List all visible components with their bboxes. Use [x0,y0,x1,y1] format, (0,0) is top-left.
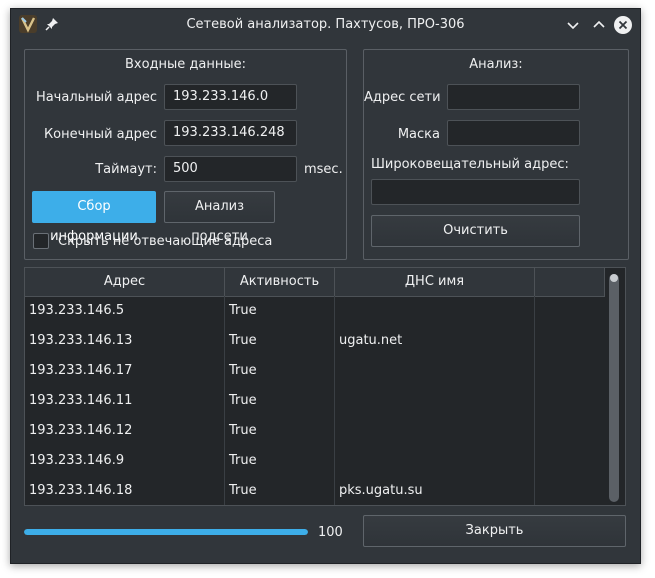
end-address-label: Конечный адрес [43,127,157,142]
broadcast-address-label: Широковещательный адрес: [371,157,569,172]
cell-dns [335,386,535,416]
cell-activity: True [229,303,257,318]
start-address-input[interactable]: 193.233.146.0 [164,84,297,110]
cell-dns [335,416,535,446]
collect-info-button[interactable]: Сбор информации [32,191,156,244]
network-address-label: Адрес сети [364,90,441,105]
close-icon[interactable] [613,15,633,35]
input-data-group: Входные данные: Начальный адрес 193.233.… [24,49,347,260]
cell-dns [335,446,535,476]
cell-activity: True [229,423,257,438]
network-address-field[interactable] [447,84,580,110]
main-window: Сетевой анализатор. Пахтусов, ПРО-306 Вх… [10,8,641,564]
cell-dns: ugatu.net [339,333,403,348]
table-row[interactable]: 193.233.146.18 True pks.ugatu.su [25,476,605,505]
progress-value: 100 [318,525,343,540]
progress-bar [24,529,308,535]
cell-dns [335,296,535,326]
table-row[interactable]: 193.233.146.9 True [25,446,605,476]
table-header: Адрес Активность ДНС имя [25,268,605,297]
cell-address: 193.233.146.9 [29,453,125,468]
cell-activity: True [229,363,257,378]
analyze-subnet-button[interactable]: Анализ подсети [164,191,275,244]
timeout-unit-label: msec. [304,162,343,177]
column-header-dns[interactable]: ДНС имя [335,268,535,296]
table-scrollbar[interactable] [609,274,619,502]
analysis-group-title: Анализ: [469,57,523,72]
cell-address: 193.233.146.17 [29,363,133,378]
broadcast-address-field[interactable] [371,179,580,205]
close-button[interactable]: Закрыть [363,515,626,547]
cell-activity: True [229,483,257,498]
timeout-input[interactable]: 500 [164,156,297,182]
progress-fill [24,529,308,535]
cell-dns [335,356,535,386]
cell-address: 193.233.146.5 [29,303,125,318]
table-row[interactable]: 193.233.146.11 True [25,386,605,416]
cell-address: 193.233.146.13 [29,333,133,348]
hide-unresponsive-checkbox[interactable] [33,233,49,249]
start-address-label: Начальный адрес [35,90,157,105]
table-row[interactable]: 193.233.146.13 True ugatu.net [25,326,605,356]
window-title: Сетевой анализатор. Пахтусов, ПРО-306 [186,17,465,32]
column-header-address[interactable]: Адрес [25,268,225,296]
scrollbar-thumb[interactable] [610,274,618,282]
cell-activity: True [229,393,257,408]
end-address-input[interactable]: 193.233.146.248 [164,120,297,146]
results-table[interactable]: Адрес Активность ДНС имя 193.233.146.5 Tr… [24,267,626,506]
mask-label: Маска [397,127,440,142]
cell-activity: True [229,453,257,468]
table-row[interactable]: 193.233.146.17 True [25,356,605,386]
cell-address: 193.233.146.12 [29,423,133,438]
cell-dns: pks.ugatu.su [339,483,423,498]
title-bar: Сетевой анализатор. Пахтусов, ПРО-306 [11,9,640,40]
column-header-extra[interactable] [535,268,605,296]
cell-address: 193.233.146.11 [29,393,133,408]
timeout-label: Таймаут: [95,162,157,177]
column-header-activity[interactable]: Активность [225,268,335,296]
cell-address: 193.233.146.18 [29,483,133,498]
cell-activity: True [229,333,257,348]
hide-unresponsive-label[interactable]: Скрыть не отвечающие адреса [58,234,272,249]
mask-field[interactable] [447,120,580,146]
analysis-group: Анализ: Адрес сети Маска Широковещательн… [363,49,629,260]
clear-button[interactable]: Очистить [371,215,580,247]
table-row[interactable]: 193.233.146.12 True [25,416,605,446]
minimize-icon[interactable] [563,15,583,35]
input-group-title: Входные данные: [124,57,247,72]
table-row[interactable]: 193.233.146.5 True [25,296,605,326]
maximize-icon[interactable] [589,15,609,35]
